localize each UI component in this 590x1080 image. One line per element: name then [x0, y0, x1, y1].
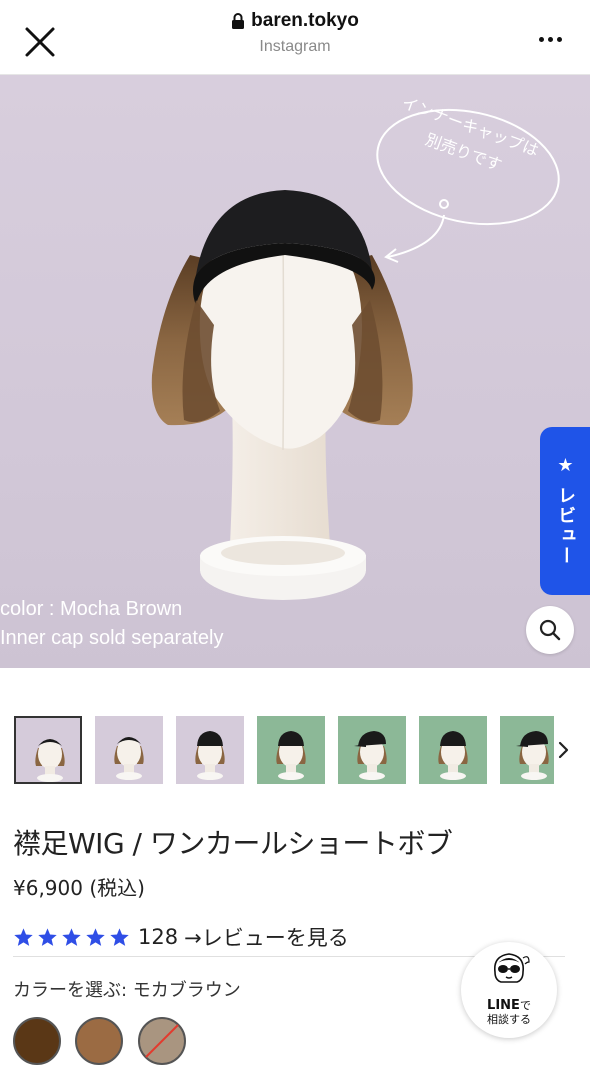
- zoom-button[interactable]: [526, 606, 574, 654]
- star-icon: [86, 927, 105, 946]
- star-icon: [14, 927, 33, 946]
- review-side-tab[interactable]: ★ レビュー: [540, 427, 590, 595]
- browser-top-bar: baren.tokyo Instagram: [0, 0, 590, 75]
- star-icon: [110, 927, 129, 946]
- line-consult-button[interactable]: LINEで 相談する: [461, 942, 557, 1038]
- more-icon: [538, 36, 544, 42]
- caption-color: color : Mocha Brown: [0, 598, 183, 620]
- mannequin-wig-illustration: インナーキャップは 別売りです: [151, 93, 560, 600]
- thumbnail-item[interactable]: [14, 716, 82, 784]
- review-tab-label: ★ レビュー: [555, 455, 576, 567]
- search-icon: [539, 619, 561, 641]
- thumbnail-strip: [14, 715, 554, 785]
- line-title-suffix: で: [519, 999, 531, 1012]
- url-domain: baren.tokyo: [251, 10, 359, 31]
- rating-stars: [13, 927, 130, 948]
- caption-note: Inner cap sold separately: [0, 627, 224, 649]
- lock-icon: [232, 12, 245, 29]
- rating-row[interactable]: 128 →レビューを見る: [13, 922, 349, 952]
- star-icon: [38, 927, 57, 946]
- thumbnail-item[interactable]: [257, 716, 325, 784]
- avatar-icon: [493, 953, 530, 983]
- more-button[interactable]: [530, 24, 570, 54]
- thumbnail-item[interactable]: [419, 716, 487, 784]
- line-subtitle: 相談する: [487, 1013, 531, 1026]
- sold-out-slash: [145, 1024, 179, 1058]
- rating-count: 128: [138, 925, 179, 949]
- thumbnail-next-button[interactable]: [552, 735, 576, 765]
- color-swatch-grey-brown[interactable]: [138, 1017, 186, 1065]
- color-swatch-mocha-brown[interactable]: [75, 1017, 123, 1065]
- url-block: baren.tokyo Instagram: [0, 10, 590, 56]
- product-price: ¥6,900 (税込): [13, 876, 145, 900]
- chevron-right-icon: [558, 741, 569, 759]
- url-source: Instagram: [259, 37, 331, 55]
- product-hero-image[interactable]: インナーキャップは 別売りです color : Mocha Brown Inne…: [0, 75, 590, 668]
- thumbnail-item[interactable]: [500, 716, 554, 784]
- thumbnail-item[interactable]: [95, 716, 163, 784]
- thumbnail-item[interactable]: [176, 716, 244, 784]
- product-title: 襟足WIG / ワンカールショートボブ: [13, 827, 453, 860]
- thumbnail-item[interactable]: [338, 716, 406, 784]
- star-icon: [62, 927, 81, 946]
- line-title: LINE: [487, 998, 520, 1013]
- review-link[interactable]: →レビューを見る: [184, 922, 349, 952]
- color-swatch-dark-brown[interactable]: [13, 1017, 61, 1065]
- color-label: カラーを選ぶ: モカブラウン: [13, 980, 241, 1001]
